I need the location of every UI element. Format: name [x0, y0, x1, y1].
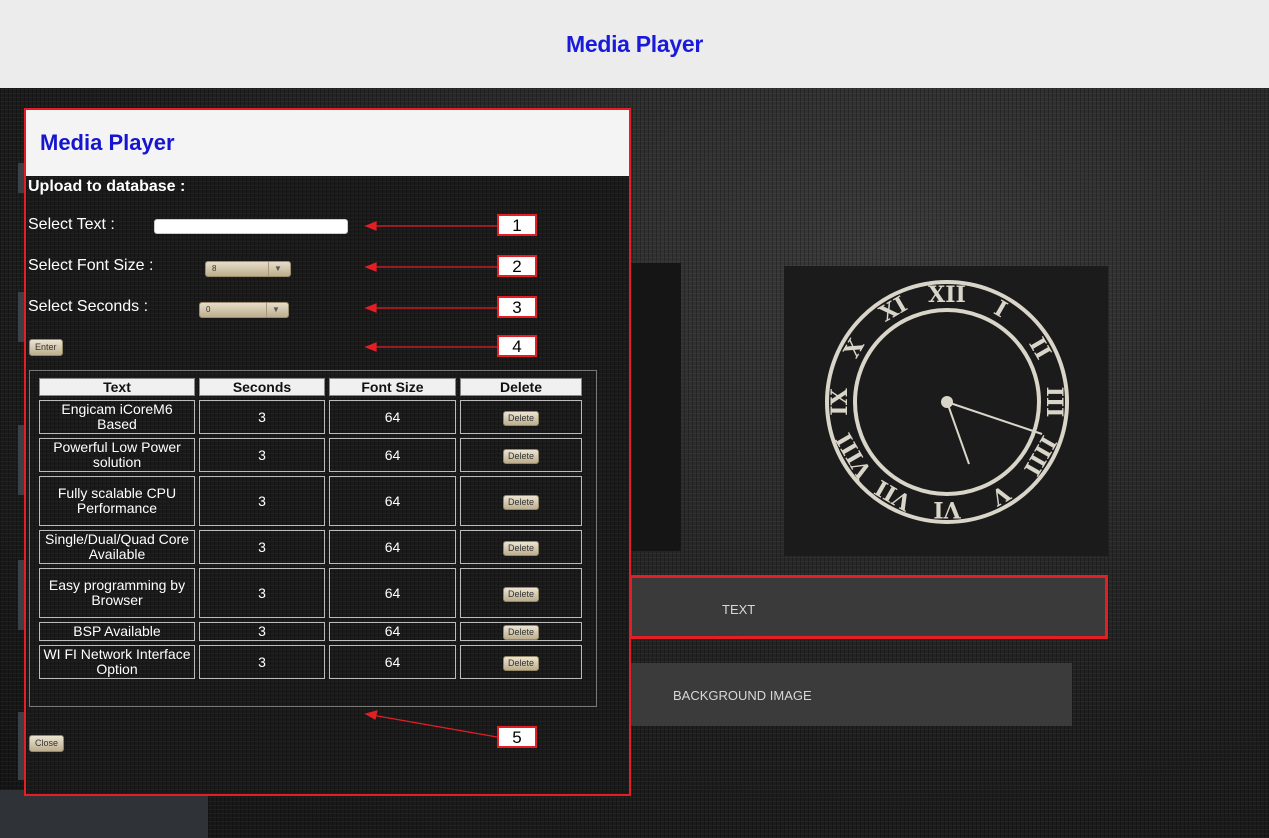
column-header-text: Text	[39, 378, 195, 396]
cell-seconds: 3	[199, 476, 325, 526]
cell-delete: Delete	[460, 530, 582, 564]
cell-delete: Delete	[460, 622, 582, 641]
text-region[interactable]: TEXT	[629, 575, 1108, 639]
dialog-title: Media Player	[40, 130, 175, 155]
table-row: WI FI Network Interface Option 3 64 Dele…	[39, 645, 582, 679]
enter-button[interactable]: Enter	[29, 339, 63, 356]
cell-seconds: 3	[199, 568, 325, 618]
table-row: Single/Dual/Quad Core Available 3 64 Del…	[39, 530, 582, 564]
clock-hour-hand	[946, 401, 970, 465]
page-title: Media Player	[565, 30, 704, 57]
cell-delete: Delete	[460, 400, 582, 434]
annotation-tag: 4	[497, 335, 537, 357]
seconds-select[interactable]: 0 ▼	[199, 302, 289, 318]
cell-font-size: 64	[329, 476, 456, 526]
annotation-tag: 2	[497, 255, 537, 277]
table-header-row: Text Seconds Font Size Delete	[39, 378, 582, 396]
entries-table: Text Seconds Font Size Delete Engicam iC…	[35, 374, 586, 683]
upload-label: Upload to database :	[28, 178, 186, 195]
delete-button[interactable]: Delete	[502, 410, 539, 426]
cell-delete: Delete	[460, 568, 582, 618]
cell-text: BSP Available	[39, 622, 195, 641]
cell-text: Fully scalable CPU Performance	[39, 476, 195, 526]
dialog-header: Media Player	[26, 110, 629, 176]
font-size-value: 8	[212, 264, 217, 273]
clock-numeral: XI	[875, 291, 912, 327]
clock-face: XIIIIIIIIIIIIVVIVIIVIIIIXXXI	[825, 280, 1069, 524]
cell-delete: Delete	[460, 438, 582, 472]
cell-text: Easy programming by Browser	[39, 568, 195, 618]
table-row: BSP Available 3 64 Delete	[39, 622, 582, 641]
clock-center	[941, 396, 953, 408]
table-row: Powerful Low Power solution 3 64 Delete	[39, 438, 582, 472]
top-bar: Media Player	[0, 0, 1269, 88]
cell-font-size: 64	[329, 530, 456, 564]
clock-numeral: XII	[928, 282, 966, 308]
delete-button[interactable]: Delete	[502, 625, 539, 640]
font-size-label: Select Font Size :	[28, 257, 154, 274]
seconds-value: 0	[206, 305, 211, 314]
cell-seconds: 3	[199, 645, 325, 679]
background-image-label: BACKGROUND IMAGE	[673, 688, 812, 703]
cell-text: WI FI Network Interface Option	[39, 645, 195, 679]
annotation-tag: 3	[497, 296, 537, 318]
column-header-delete: Delete	[460, 378, 582, 396]
chevron-down-icon: ▼	[266, 303, 285, 317]
cell-seconds: 3	[199, 622, 325, 641]
cell-delete: Delete	[460, 476, 582, 526]
cell-delete: Delete	[460, 645, 582, 679]
clock-numeral: I	[990, 296, 1012, 324]
background-image-region[interactable]: BACKGROUND IMAGE	[630, 663, 1072, 726]
clock-numeral: VI	[933, 496, 961, 522]
annotation-tag: 5	[497, 726, 537, 748]
cell-font-size: 64	[329, 568, 456, 618]
delete-button[interactable]: Delete	[502, 494, 539, 510]
cell-font-size: 64	[329, 622, 456, 641]
clock-widget: XII I II III IIII V VI VII VIII IX X XI	[784, 266, 1108, 556]
table-row: Easy programming by Browser 3 64 Delete	[39, 568, 582, 618]
delete-button[interactable]: Delete	[502, 448, 539, 464]
table-row: Engicam iCoreM6 Based 3 64 Delete	[39, 400, 582, 434]
cell-font-size: 64	[329, 400, 456, 434]
seconds-label: Select Seconds :	[28, 298, 149, 315]
clock-numeral: VII	[871, 474, 917, 516]
clock-numeral: III	[1041, 387, 1067, 418]
clock-numeral: IX	[827, 387, 853, 415]
close-button[interactable]: Close	[29, 735, 65, 752]
cell-font-size: 64	[329, 645, 456, 679]
delete-button[interactable]: Delete	[502, 586, 539, 602]
delete-button[interactable]: Delete	[502, 540, 539, 556]
entries-table-container: Text Seconds Font Size Delete Engicam iC…	[29, 370, 597, 707]
clock-minute-hand	[946, 401, 1043, 435]
cell-seconds: 3	[199, 530, 325, 564]
font-size-select[interactable]: 8 ▼	[205, 261, 291, 277]
cell-font-size: 64	[329, 438, 456, 472]
cell-text: Engicam iCoreM6 Based	[39, 400, 195, 434]
table-row: Fully scalable CPU Performance 3 64 Dele…	[39, 476, 582, 526]
column-header-font-size: Font Size	[329, 378, 456, 396]
column-header-seconds: Seconds	[199, 378, 325, 396]
side-strip	[0, 790, 208, 838]
select-text-label: Select Text :	[28, 216, 115, 233]
cell-seconds: 3	[199, 438, 325, 472]
select-text-input[interactable]	[154, 219, 348, 234]
cell-seconds: 3	[199, 400, 325, 434]
text-region-label: TEXT	[722, 602, 756, 617]
clock-numeral: IIII	[1018, 431, 1061, 480]
annotation-tag: 1	[497, 214, 537, 236]
media-player-dialog: Media Player Upload to database : Select…	[24, 108, 631, 796]
delete-button[interactable]: Delete	[502, 655, 539, 671]
chevron-down-icon: ▼	[268, 262, 287, 276]
cell-text: Single/Dual/Quad Core Available	[39, 530, 195, 564]
cell-text: Powerful Low Power solution	[39, 438, 195, 472]
